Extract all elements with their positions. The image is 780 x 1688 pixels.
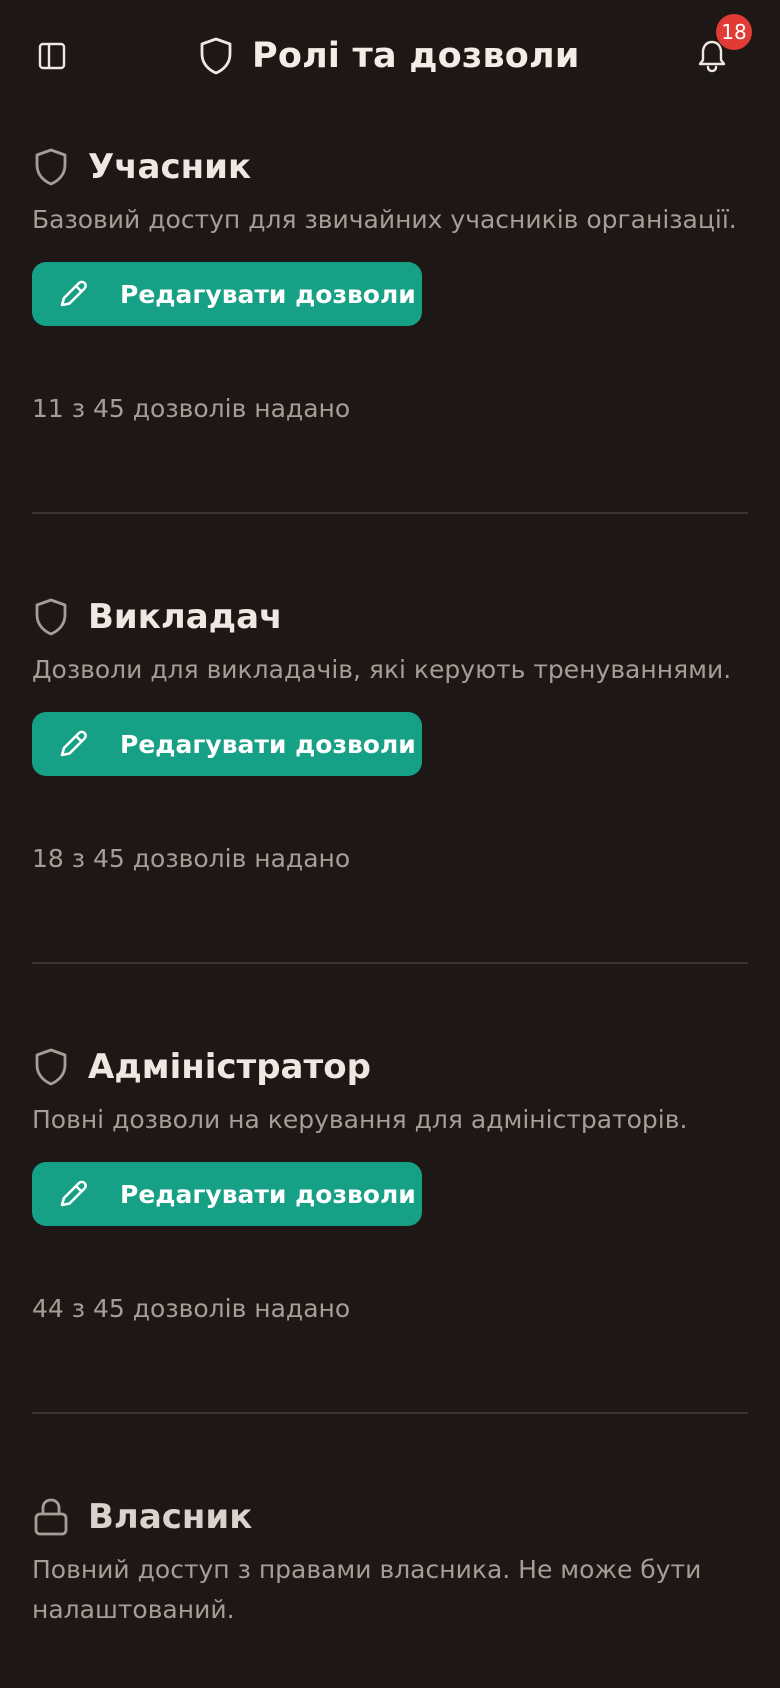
pencil-icon — [56, 727, 90, 761]
role-name: Адміністратор — [88, 1047, 371, 1087]
role-card-member: Учасник Базовий доступ для звичайних уча… — [32, 144, 748, 423]
top-bar: Ролі та дозволи 18 — [0, 0, 780, 112]
role-card-teacher: Викладач Дозволи для викладачів, які кер… — [32, 594, 748, 873]
role-name: Учасник — [88, 147, 252, 187]
edit-permissions-label: Редагувати дозволи — [120, 1179, 416, 1209]
edit-permissions-label: Редагувати дозволи — [120, 279, 416, 309]
shield-icon — [32, 1046, 70, 1088]
divider — [32, 512, 748, 514]
role-description: Дозволи для викладачів, які керують трен… — [32, 655, 732, 684]
notification-count-badge: 18 — [716, 14, 752, 50]
sidebar-toggle-icon[interactable] — [36, 40, 68, 72]
permissions-count: 18 з 45 дозволів надано — [32, 844, 351, 873]
divider — [32, 962, 748, 964]
role-name: Власник — [88, 1497, 253, 1537]
role-description: Повний доступ з правами власника. Не мож… — [32, 1555, 702, 1624]
shield-icon — [32, 596, 70, 638]
permissions-count: 11 з 45 дозволів надано — [32, 394, 351, 423]
role-description: Базовий доступ для звичайних учасників о… — [32, 205, 737, 234]
edit-permissions-label: Редагувати дозволи — [120, 729, 416, 759]
page-title-group: Ролі та дозволи — [198, 34, 580, 78]
shield-icon — [198, 36, 234, 76]
page-title: Ролі та дозволи — [252, 36, 580, 76]
pencil-icon — [56, 277, 90, 311]
divider — [32, 1412, 748, 1414]
role-name: Викладач — [88, 597, 283, 637]
lock-icon — [32, 1496, 70, 1538]
role-card-admin: Адміністратор Повні дозволи на керування… — [32, 1044, 748, 1323]
role-card-owner: Власник Повний доступ з правами власника… — [32, 1494, 748, 1630]
permissions-count: 44 з 45 дозволів надано — [32, 1294, 351, 1323]
edit-permissions-button[interactable]: Редагувати дозволи — [32, 712, 422, 776]
role-description: Повні дозволи на керування для адміністр… — [32, 1105, 688, 1134]
edit-permissions-button[interactable]: Редагувати дозволи — [32, 1162, 422, 1226]
edit-permissions-button[interactable]: Редагувати дозволи — [32, 262, 422, 326]
shield-icon — [32, 146, 70, 188]
pencil-icon — [56, 1177, 90, 1211]
